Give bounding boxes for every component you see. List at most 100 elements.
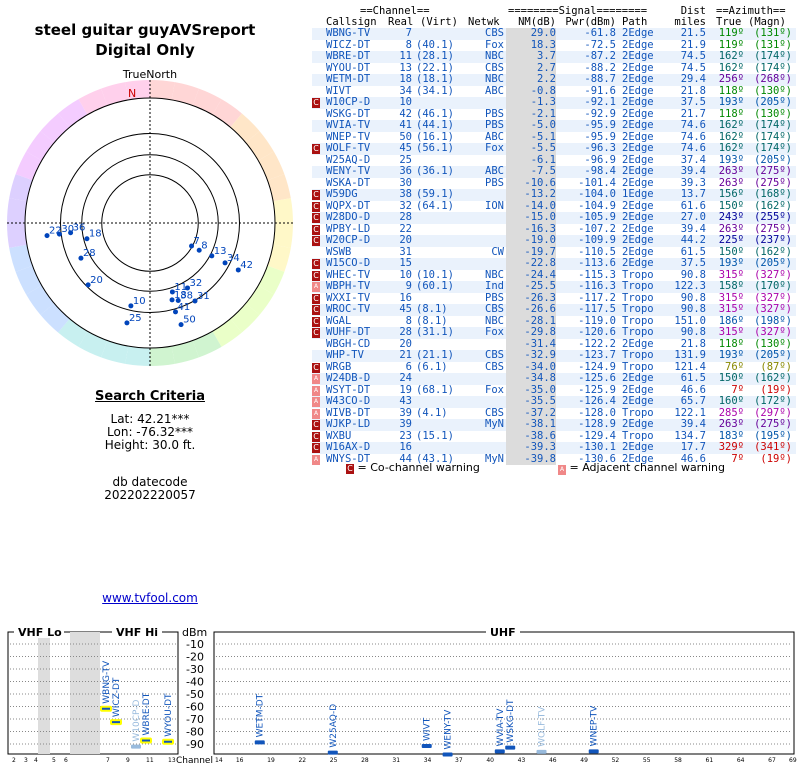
spectrum-bar [162,738,174,745]
cell-virt: (31.1) [416,326,454,338]
table-row[interactable]: C W16AX-D 16 -39.3 -130.1 2Edge 17.7 329º (341º) [312,441,796,454]
cell-call: WBNG-TV [326,27,371,39]
dbm-tick: -30 [186,663,204,676]
compass-station-label: 18 [89,229,102,240]
cell-path: Tropo [622,280,654,292]
cell-nm: -1.3 [506,96,556,109]
height-text: Height: 30.0 ft. [104,438,196,452]
spectrum-bar [254,740,265,745]
cell-nm: -15.0 [506,211,556,224]
cell-path: 2Edge [622,395,654,407]
cell-path: 2Edge [622,119,654,131]
cell-dist: 131.9 [674,349,706,361]
cell-real: 10 [399,96,412,108]
cell-dist: 61.5 [680,372,706,384]
co-channel-icon: C [346,464,354,474]
table-row[interactable]: C W20CP-D 20 -19.0 -109.9 2Edge 44.2 225º (237º) [312,234,796,247]
cell-tru: 162º [718,142,744,154]
cell-tru: 263º [718,165,744,177]
compass-station-label: 36 [73,223,86,234]
cell-path: 2Edge [622,50,654,62]
spectrum-bar-label: WBRE-DT [142,692,152,735]
table-row[interactable]: WBRE-DT 11 (28.1) NBC 3.7 -87.2 2Edge 74.5 162º (… [312,50,796,63]
cell-path: 2Edge [622,73,654,85]
dbm-tick: -90 [186,738,204,751]
dbm-tick: -70 [186,713,204,726]
cell-tru: 263º [718,418,744,430]
channel-tick: 5 [52,757,56,764]
table-row[interactable]: WHP-TV 21 (21.1) CBS -32.9 -123.7 Tropo 131.9 19… [312,349,796,362]
cell-pwr: -109.9 [578,234,616,246]
cell-virt: (44.1) [416,119,454,131]
table-row[interactable]: WETM-DT 18 (18.1) NBC 2.2 -88.7 2Edge 29.4 256º (… [312,73,796,86]
db-datecode-value: 202202220057 [104,488,196,502]
cell-dist: 21.5 [680,27,706,39]
tvfool-link[interactable]: www.tvfool.com [0,591,300,605]
cell-path: Tropo [622,326,654,338]
table-row[interactable]: C WROC-TV 45 (8.1) CBS -26.6 -117.5 Tropo 90.8 31… [312,303,796,316]
cell-pwr: -96.3 [584,142,616,154]
co-channel-warning-icon: C [312,305,320,315]
cell-dist: 65.7 [680,395,706,407]
search-criteria-heading: Search Criteria [95,389,205,404]
cell-pwr: -105.9 [578,211,616,223]
table-row[interactable]: A WBPH-TV 9 (60.1) Ind -25.5 -116.3 Tropo 122.3 1… [312,280,796,293]
table-row[interactable]: A W24DB-D 24 -34.8 -125.6 2Edge 61.5 150º (162º) [312,372,796,385]
cell-dist: 122.3 [674,280,706,292]
co-channel-warning-icon: C [312,362,320,373]
cell-tru: 150º [718,372,744,384]
table-row[interactable]: A W43CO-D 43 -35.5 -126.4 2Edge 65.7 160º (172º) [312,395,796,408]
channel-tick: 11 [146,757,154,764]
cell-call: WJKP-LD [326,418,371,430]
cell-virt: (15.1) [416,429,454,442]
adjacent-channel-icon: A [558,465,566,475]
cell-mag: (131º) [754,27,792,39]
cell-nm: -38.1 [506,418,556,431]
cell-dist: 13.7 [680,188,706,200]
channel-tick: 3 [24,757,28,764]
table-row[interactable]: C W28DO-D 28 -15.0 -105.9 2Edge 27.0 243º (255º) [312,211,796,224]
channel-tick: 19 [267,757,275,764]
cell-mag: (255º) [754,211,792,223]
legend-co-text: = Co-channel warning [357,461,480,474]
adjacent-channel-warning-icon: A [312,282,320,292]
table-row[interactable]: WBNG-TV 7 CBS 29.0 -61.8 2Edge 21.5 119º (131º) [312,27,796,40]
cell-virt: (36.1) [416,165,454,177]
cell-pwr: -113.6 [578,257,616,269]
station-table: ==Channel== ========Signal======== Dist … [312,6,796,465]
cell-tru: 162º [718,50,744,62]
compass-station-label: 34 [227,253,240,264]
table-row[interactable]: WENY-TV 36 (36.1) ABC -7.5 -98.4 2Edge 39.4 263º… [312,165,796,178]
cell-mag: (174º) [754,142,792,154]
cell-mag: (162º) [754,372,792,384]
adjacent-channel-warning-icon: A [312,397,320,407]
cell-pwr: -117.5 [578,303,616,315]
cell-path: 2Edge [622,418,654,430]
table-row[interactable]: C WUHF-DT 28 (31.1) Fox -29.8 -120.6 Tropo 90.8 3… [312,326,796,339]
table-row[interactable]: C W10CP-D 10 -1.3 -92.1 2Edge 37.5 193º (205º) [312,96,796,109]
cell-call: WETM-DT [326,73,371,85]
title-line-2: Digital Only [95,41,195,59]
uhf-label: UHF [490,626,516,639]
cell-pwr: -130.1 [578,441,616,453]
cell-tru: 156º [718,188,744,200]
spectrum-bar [110,719,122,726]
cell-net: CBS [485,349,504,361]
cell-virt: (59.1) [416,188,454,200]
cell-nm: 29.0 [506,27,556,40]
table-row[interactable]: C W15CO-D 15 -22.8 -113.6 2Edge 37.5 193º (205º) [312,257,796,270]
cell-nm: -34.8 [506,372,556,385]
adjacent-channel-warning-icon: A [312,408,320,419]
cell-path: Tropo [622,303,654,315]
cell-call: W43CO-D [326,395,371,407]
cell-virt: (56.1) [416,142,454,154]
channel-tick: 2 [12,757,16,764]
table-row[interactable]: C WOLF-TV 45 (56.1) Fox -5.5 -96.3 2Edge 74.6 162… [312,142,796,155]
cell-real: 7 [405,27,412,39]
table-row[interactable]: WVIA-TV 41 (44.1) PBS -5.0 -95.9 2Edge 74.6 162º… [312,119,796,132]
table-row[interactable]: C W59DG 38 (59.1) -13.2 -104.0 1Edge 13.7 156º (1… [312,188,796,201]
adjacent-channel-warning-icon: A [312,454,320,465]
table-row[interactable]: C WJKP-LD 39 MyN -38.1 -128.9 2Edge 39.4 263º (27… [312,418,796,431]
co-channel-warning-icon: C [312,443,320,453]
legend-co: C = Co-channel warning [346,461,480,474]
